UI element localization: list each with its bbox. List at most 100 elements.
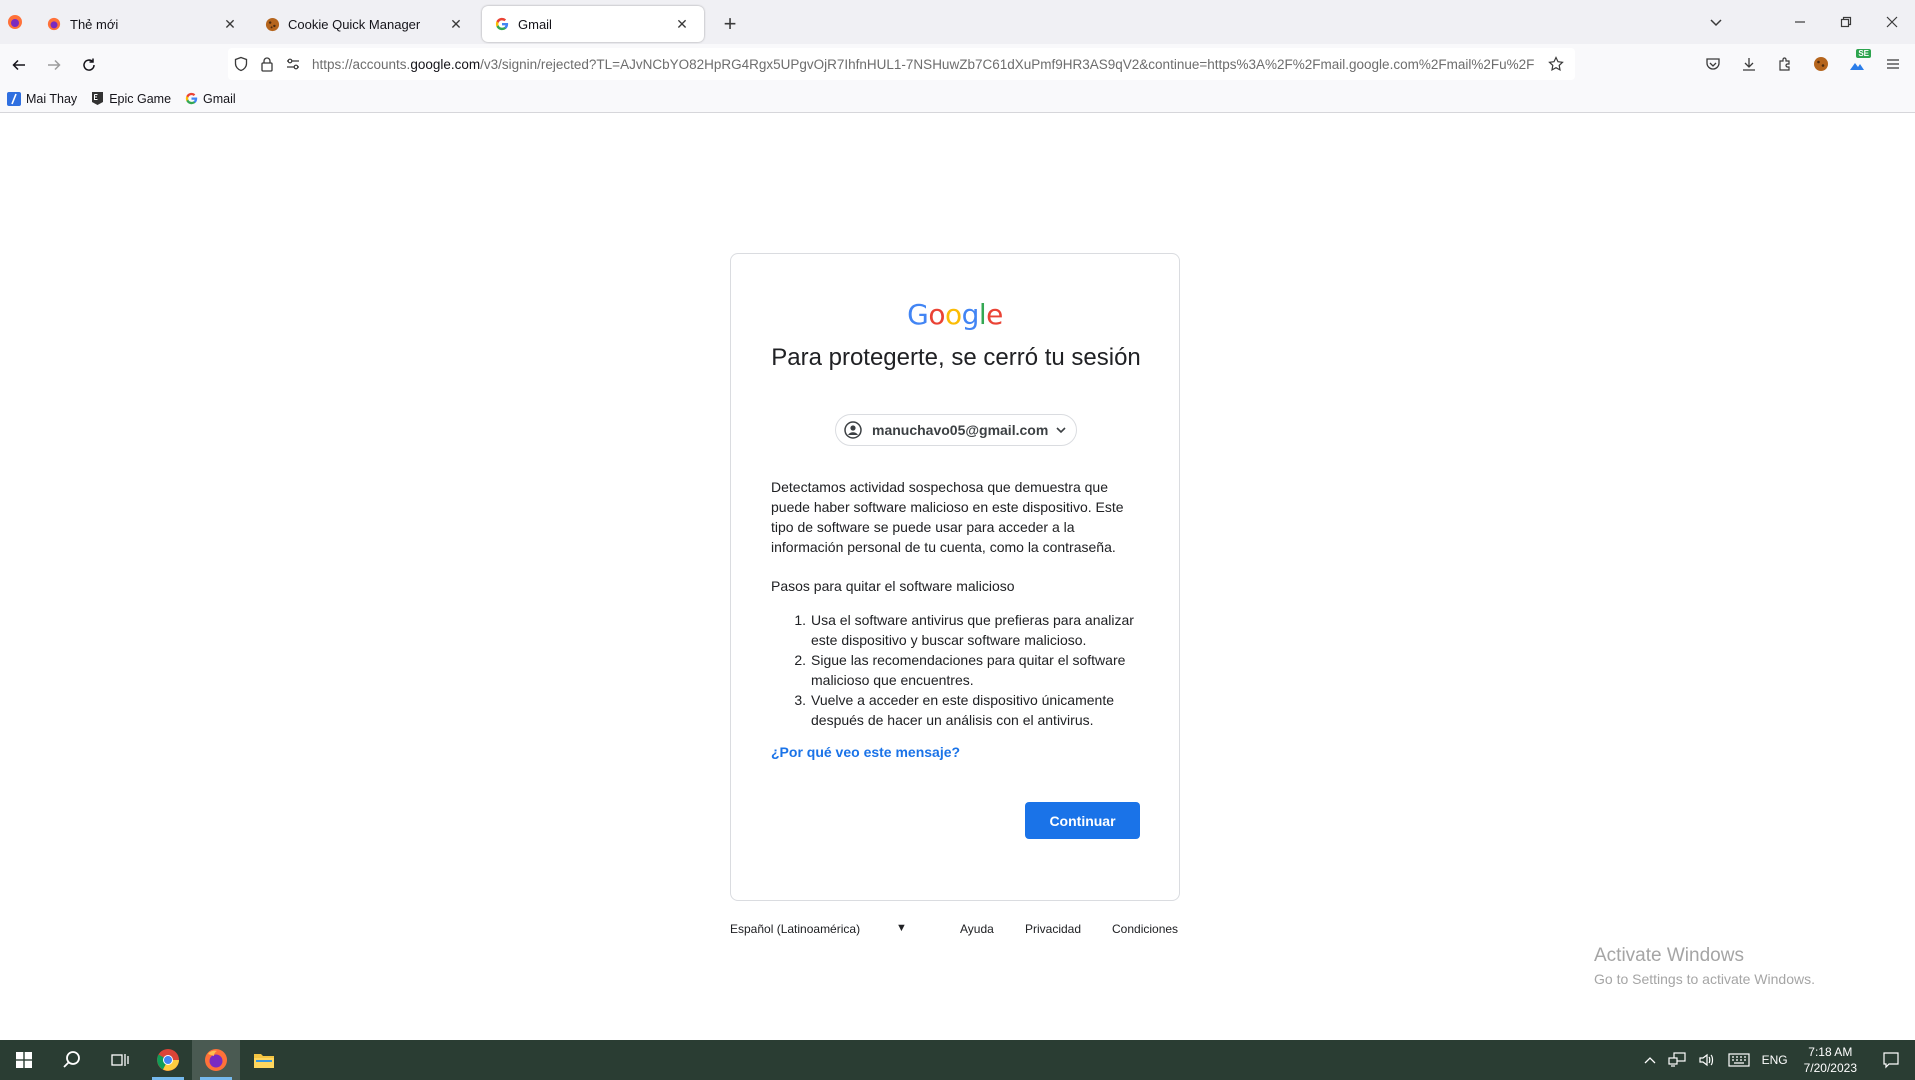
chevron-down-icon <box>1054 424 1068 436</box>
page-footer: Español (Latinoamérica) ▼ Ayuda Privacid… <box>730 922 1180 942</box>
reload-icon <box>83 58 95 71</box>
restore-button[interactable] <box>1823 0 1869 44</box>
list-all-tabs-button[interactable] <box>1700 8 1732 36</box>
taskbar-file-explorer[interactable] <box>240 1040 288 1080</box>
bookmarks-toolbar: Mai Thay Epic Game Gmail <box>0 85 1915 113</box>
pocket-button[interactable] <box>1695 48 1731 80</box>
firefox-icon <box>46 16 62 32</box>
step-number: 1. <box>794 612 806 628</box>
url-host: google.com <box>410 56 481 72</box>
continue-button[interactable]: Continuar <box>1025 802 1140 839</box>
arrow-left-icon <box>12 59 25 70</box>
close-window-button[interactable] <box>1869 0 1915 44</box>
taskbar-chrome[interactable] <box>144 1040 192 1080</box>
back-button[interactable] <box>3 49 35 81</box>
touch-keyboard-button[interactable] <box>1722 1040 1756 1080</box>
why-message-link[interactable]: ¿Por qué veo este mensaje? <box>771 744 960 760</box>
navigation-toolbar: https://accounts.google.com/v3/signin/re… <box>0 44 1915 85</box>
list-item: 1. Usa el software antivirus que prefier… <box>771 610 1146 650</box>
bookmark-favicon-icon <box>6 91 22 107</box>
google-g-icon <box>183 91 199 107</box>
activate-windows-watermark: Activate Windows Go to Settings to activ… <box>1594 945 1815 987</box>
clock-time: 7:18 AM <box>1808 1045 1853 1059</box>
firefox-view-button[interactable] <box>0 0 30 44</box>
account-chooser[interactable]: manuchavo05@gmail.com <box>835 414 1077 446</box>
tab-title: Thẻ mới <box>70 16 119 32</box>
minimize-button[interactable] <box>1777 0 1823 44</box>
step-text: Vuelve a acceder en este dispositivo úni… <box>811 692 1114 728</box>
chevron-up-icon <box>1644 1057 1656 1064</box>
reload-button[interactable] <box>73 49 105 81</box>
keyboard-icon <box>1727 1053 1750 1067</box>
speaker-icon <box>1698 1053 1713 1067</box>
tab-gmail[interactable]: Gmail ✕ <box>482 6 704 42</box>
logo-letter: o <box>944 298 962 331</box>
start-button[interactable] <box>0 1040 48 1080</box>
step-number: 2. <box>794 652 806 668</box>
signin-card: Google Para protegerte, se cerró tu sesi… <box>730 253 1180 901</box>
task-view-button[interactable] <box>96 1040 144 1080</box>
close-tab-icon[interactable]: ✕ <box>446 14 466 34</box>
language-selector[interactable]: Español (Latinoamérica) <box>730 922 860 936</box>
google-logo: Google <box>731 298 1179 331</box>
step-number: 3. <box>794 692 806 708</box>
window-controls <box>1777 0 1915 44</box>
step-text: Usa el software antivirus que prefieras … <box>811 612 1134 648</box>
system-tray: ENG 7:18 AM 7/20/2023 <box>1638 1040 1915 1080</box>
cookie-manager-extension-button[interactable] <box>1803 48 1839 80</box>
bookmark-label: Epic Game <box>109 91 172 106</box>
page-title: Para protegerte, se cerró tu sesión <box>771 344 1141 371</box>
downloads-button[interactable] <box>1731 48 1767 80</box>
task-view-icon <box>111 1054 129 1066</box>
tab-cookie-quick-manager[interactable]: Cookie Quick Manager ✕ <box>252 6 478 42</box>
close-tab-icon[interactable]: ✕ <box>220 14 240 34</box>
new-tab-button[interactable]: + <box>712 6 748 42</box>
bookmark-gmail[interactable]: Gmail <box>183 91 236 107</box>
forward-button[interactable] <box>38 49 70 81</box>
app-menu-button[interactable] <box>1875 48 1911 80</box>
clock-date: 7/20/2023 <box>1803 1061 1857 1075</box>
minimize-icon <box>1795 21 1805 23</box>
bookmark-epic-game[interactable]: Epic Game <box>89 91 171 107</box>
search-button[interactable] <box>48 1040 96 1080</box>
terms-link[interactable]: Condiciones <box>1112 922 1178 936</box>
pocket-icon <box>1706 58 1720 70</box>
show-hidden-icons-button[interactable] <box>1638 1040 1662 1080</box>
epic-games-icon <box>89 91 105 107</box>
extensions-button[interactable] <box>1767 48 1803 80</box>
bookmark-mai-thay[interactable]: Mai Thay <box>6 91 77 107</box>
permissions-icon[interactable] <box>280 48 306 80</box>
taskbar-firefox[interactable] <box>192 1040 240 1080</box>
network-button[interactable] <box>1662 1040 1692 1080</box>
privacy-link[interactable]: Privacidad <box>1025 922 1081 936</box>
url-text[interactable]: https://accounts.google.com/v3/signin/re… <box>312 57 1543 72</box>
clock[interactable]: 7:18 AM 7/20/2023 <box>1794 1040 1867 1080</box>
firefox-icon <box>205 1049 227 1071</box>
folder-icon <box>254 1054 274 1068</box>
help-link[interactable]: Ayuda <box>960 922 994 936</box>
tab-strip: Thẻ mới ✕ Cookie Quick Manager ✕ Gmail ✕… <box>0 0 1915 44</box>
logo-letter: e <box>986 298 1003 331</box>
cookie-icon <box>264 16 280 32</box>
list-item: 3. Vuelve a acceder en este dispositivo … <box>771 690 1146 730</box>
url-bar[interactable]: https://accounts.google.com/v3/signin/re… <box>228 48 1575 80</box>
warning-description: Detectamos actividad sospechosa que demu… <box>771 479 1124 555</box>
account-circle-icon <box>844 420 862 440</box>
language-label: Español (Latinoamérica) <box>730 922 861 936</box>
tracking-protection-shield-icon[interactable] <box>228 48 254 80</box>
restore-icon <box>1840 16 1852 28</box>
bookmark-label: Mai Thay <box>26 91 78 106</box>
volume-button[interactable] <box>1692 1040 1722 1080</box>
close-tab-icon[interactable]: ✕ <box>672 14 692 34</box>
se-extension-button[interactable]: SE <box>1839 48 1875 80</box>
action-center-button[interactable] <box>1867 1040 1915 1080</box>
bookmark-star-icon[interactable] <box>1543 48 1569 80</box>
input-language[interactable]: ENG <box>1756 1040 1794 1080</box>
tab-title: Gmail <box>518 16 552 32</box>
windows-logo-icon <box>16 1052 32 1068</box>
cookie-icon <box>1814 57 1828 71</box>
tab-new-tab[interactable]: Thẻ mới ✕ <box>34 6 252 42</box>
google-g-icon <box>494 16 510 32</box>
lock-icon[interactable] <box>254 48 280 80</box>
caret-down-icon[interactable]: ▼ <box>896 922 907 934</box>
